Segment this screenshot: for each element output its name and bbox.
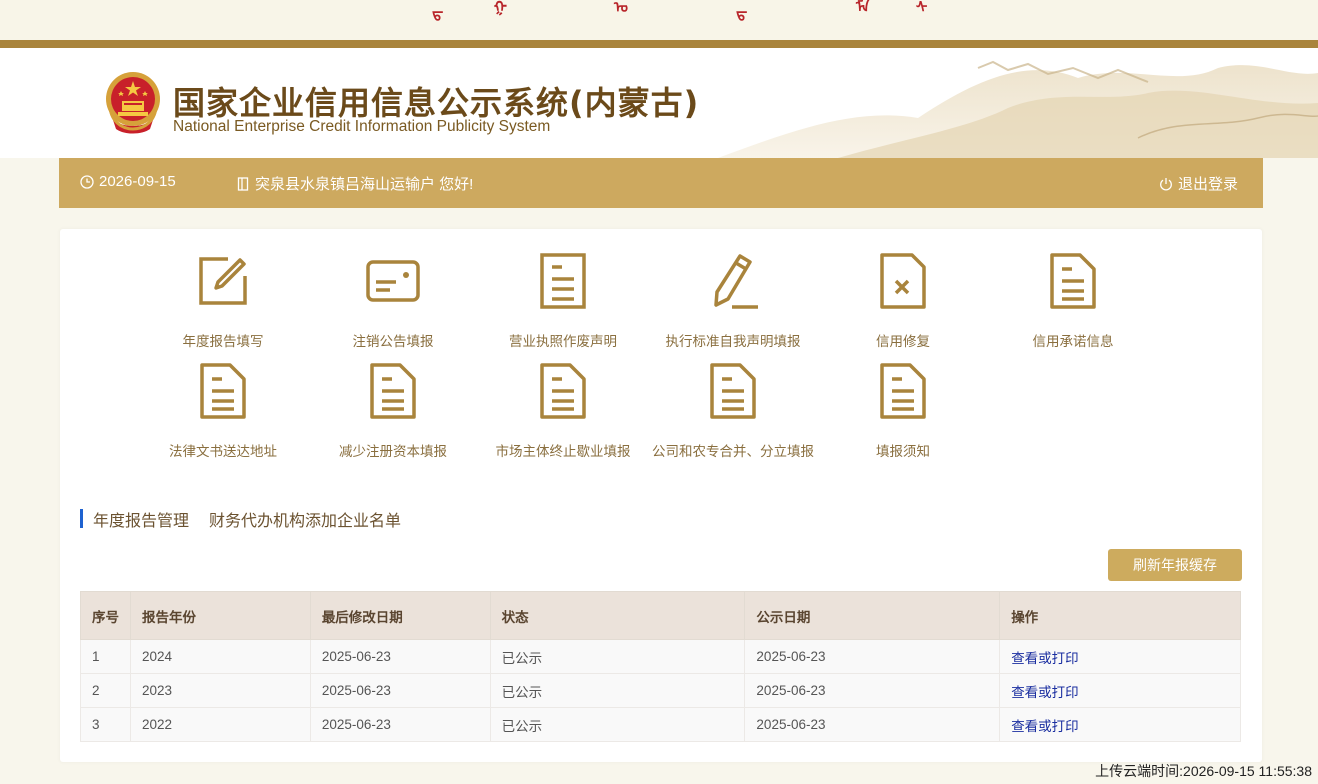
document-icon [540, 363, 586, 419]
cell-year: 2024 [129, 639, 311, 674]
active-tab-marker [80, 509, 83, 528]
document-icon [540, 253, 586, 309]
user-info-bar: 2026-09-15 突泉县水泉镇吕海山运输户 您好! 退出登录 [59, 158, 1263, 208]
greeting-text: 突泉县水泉镇吕海山运输户 您好! [255, 176, 474, 193]
col-header-published: 公示日期 [744, 591, 1001, 640]
func-credit-repair[interactable]: 信用修复 [818, 249, 988, 350]
door-icon [237, 176, 249, 191]
func-label: 信用承诺信息 [1032, 334, 1114, 349]
func-label: 公司和农专合并、分立填报 [652, 444, 814, 459]
mongolian-script-decoration: ᠮᠡ [856, 0, 870, 16]
tab-finance-agency-list[interactable]: 财务代办机构添加企业名单 [209, 507, 401, 531]
func-standard-declaration[interactable]: 执行标准自我声明填报 [648, 249, 818, 350]
cell-action: 查看或打印 [999, 707, 1241, 742]
document-icon [710, 363, 756, 419]
func-merger-split[interactable]: 公司和农专合并、分立填报 [648, 359, 818, 460]
cell-modified: 2025-06-23 [309, 639, 491, 674]
cell-published: 2025-06-23 [744, 673, 1001, 708]
func-label: 市场主体终止歇业填报 [495, 444, 631, 459]
cell-action: 查看或打印 [999, 639, 1241, 674]
func-label: 年度报告填写 [182, 334, 264, 349]
current-date: 2026-09-15 [80, 173, 176, 190]
user-greeting: 突泉县水泉镇吕海山运输户 您好! [236, 173, 473, 194]
clock-icon [80, 174, 94, 189]
cell-year: 2022 [129, 707, 311, 742]
id-card-icon [366, 260, 420, 302]
func-license-void[interactable]: 营业执照作废声明 [478, 249, 648, 350]
document-icon [370, 363, 416, 419]
func-label: 注销公告填报 [352, 334, 434, 349]
func-label: 营业执照作废声明 [509, 334, 617, 349]
section-tabs: 年度报告管理 财务代办机构添加企业名单 [80, 507, 421, 531]
edit-icon [199, 257, 247, 305]
mongolian-script-decoration: ᠳ [432, 4, 444, 22]
func-annual-report[interactable]: 年度报告填写 [138, 249, 308, 350]
cell-action: 查看或打印 [999, 673, 1241, 708]
mongolian-script-decoration: ᠳ [736, 4, 748, 22]
col-header-no: 序号 [80, 591, 131, 640]
func-label: 法律文书送达地址 [169, 444, 277, 459]
annual-report-table: 序号 报告年份 最后修改日期 状态 公示日期 操作 1 2024 2025-06… [80, 591, 1241, 742]
cell-no: 1 [80, 639, 131, 674]
view-print-link[interactable]: 查看或打印 [1011, 719, 1079, 734]
document-x-icon [880, 253, 926, 309]
cell-status: 已公示 [489, 639, 746, 674]
cell-modified: 2025-06-23 [309, 707, 491, 742]
top-brown-bar [0, 40, 1318, 48]
func-filing-instructions[interactable]: 填报须知 [818, 359, 988, 460]
document-icon [880, 363, 926, 419]
document-icon [1050, 253, 1096, 309]
great-wall-landscape-art [718, 60, 1318, 158]
cell-status: 已公示 [489, 707, 746, 742]
view-print-link[interactable]: 查看或打印 [1011, 651, 1079, 666]
logout-label: 退出登录 [1178, 176, 1239, 193]
mongolian-script-decoration: ᠭ [494, 0, 507, 16]
cell-no: 2 [80, 673, 131, 708]
cell-published: 2025-06-23 [744, 639, 1001, 674]
cell-year: 2023 [129, 673, 311, 708]
table-header-row: 序号 报告年份 最后修改日期 状态 公示日期 操作 [80, 591, 1241, 640]
col-header-status: 状态 [489, 591, 746, 640]
func-label: 减少注册资本填报 [339, 444, 447, 459]
table-row: 3 2022 2025-06-23 已公示 2025-06-23 查看或打印 [80, 707, 1241, 742]
col-header-modified: 最后修改日期 [309, 591, 491, 640]
site-header: 国家企业信用信息公示系统(内蒙古) National Enterprise Cr… [0, 48, 1318, 158]
table-row: 1 2024 2025-06-23 已公示 2025-06-23 查看或打印 [80, 639, 1241, 674]
tab-annual-report-management[interactable]: 年度报告管理 [93, 507, 189, 531]
view-print-link[interactable]: 查看或打印 [1011, 685, 1079, 700]
mongolian-script-decoration: ᠰ [916, 0, 928, 16]
func-deregistration-notice[interactable]: 注销公告填报 [308, 249, 478, 350]
col-header-action: 操作 [999, 591, 1241, 640]
top-decoration-strip: ᠳ ᠭ ᠣ ᠳ ᠮᠡ ᠰ [0, 0, 1318, 40]
func-capital-reduction[interactable]: 减少注册资本填报 [308, 359, 478, 460]
power-icon [1160, 177, 1172, 190]
national-emblem-icon [106, 72, 160, 134]
main-card: 年度报告填写 注销公告填报 营业执照作废声明 执行标准自我声明填报 信用修复 信… [60, 229, 1262, 762]
mongolian-script-decoration: ᠣ [614, 0, 628, 16]
logout-button[interactable]: 退出登录 [1159, 173, 1238, 194]
cell-modified: 2025-06-23 [309, 673, 491, 708]
table-row: 2 2023 2025-06-23 已公示 2025-06-23 查看或打印 [80, 673, 1241, 708]
func-legal-delivery-address[interactable]: 法律文书送达地址 [138, 359, 308, 460]
upload-timestamp: 上传云端时间:2026-09-15 11:55:38 [1095, 763, 1312, 779]
func-label: 填报须知 [876, 444, 930, 459]
refresh-cache-button[interactable]: 刷新年报缓存 [1108, 549, 1242, 581]
func-label: 执行标准自我声明填报 [665, 334, 801, 349]
date-text: 2026-09-15 [99, 173, 176, 190]
func-credit-commitment[interactable]: 信用承诺信息 [988, 249, 1158, 350]
cell-no: 3 [80, 707, 131, 742]
func-label: 信用修复 [876, 334, 930, 349]
cell-published: 2025-06-23 [744, 707, 1001, 742]
document-icon [200, 363, 246, 419]
site-subtitle: National Enterprise Credit Information P… [173, 118, 551, 135]
func-termination-suspension[interactable]: 市场主体终止歇业填报 [478, 359, 648, 460]
cell-status: 已公示 [489, 673, 746, 708]
pencil-icon [714, 254, 758, 309]
col-header-year: 报告年份 [129, 591, 311, 640]
